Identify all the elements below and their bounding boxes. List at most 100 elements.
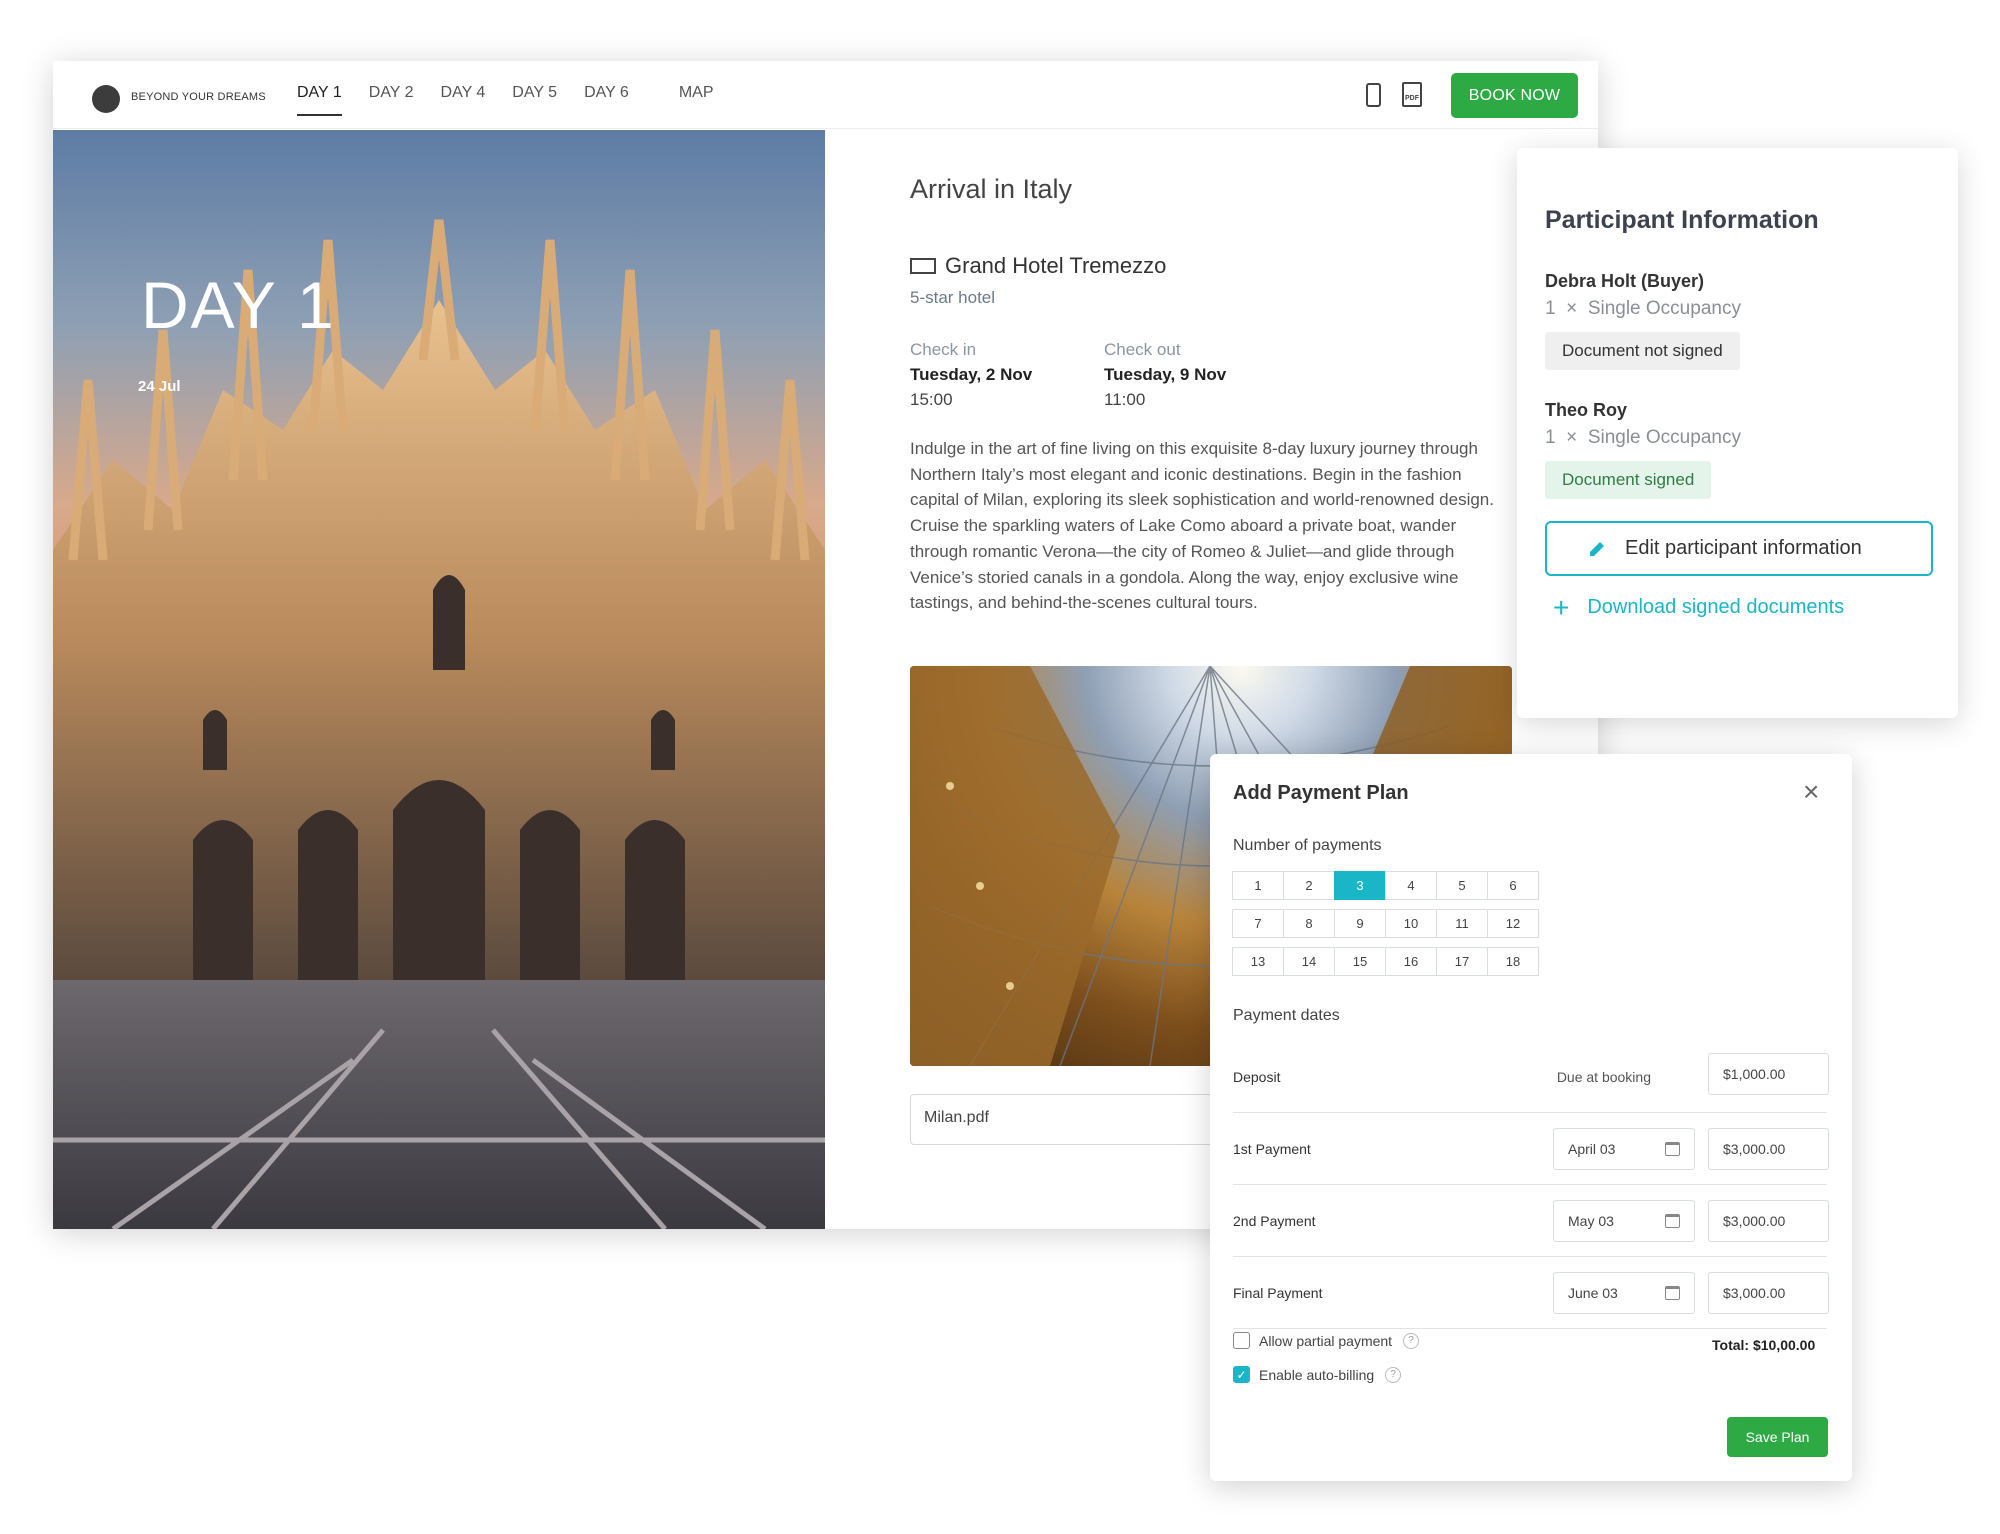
allow-partial-payment-label: Allow partial payment xyxy=(1259,1332,1393,1349)
payment-count-option[interactable]: 18 xyxy=(1487,947,1539,976)
amount-input[interactable] xyxy=(1708,1053,1829,1095)
payment-count-option[interactable]: 2 xyxy=(1283,871,1335,900)
number-of-payments-label: Number of payments xyxy=(1233,837,1382,854)
download-signed-documents-link[interactable]: + Download signed documents xyxy=(1545,591,1930,623)
date-picker-input[interactable]: June 03 xyxy=(1553,1272,1695,1314)
mobile-phone-icon[interactable] xyxy=(1366,83,1381,107)
help-icon[interactable]: ? xyxy=(1385,1366,1402,1383)
payment-row-2nd: 2nd Payment May 03 xyxy=(1233,1185,1829,1257)
payment-count-option[interactable]: 7 xyxy=(1232,909,1284,938)
top-navigation-bar: BEYOND YOUR DREAMS DAY 1 DAY 2 DAY 4 DAY… xyxy=(53,61,1598,129)
tab-day-5[interactable]: DAY 5 xyxy=(512,84,557,116)
payment-count-option[interactable]: 15 xyxy=(1334,947,1386,976)
allow-partial-payment-checkbox[interactable] xyxy=(1233,1332,1250,1349)
occupancy-quantity: 1 xyxy=(1545,427,1556,448)
edit-participant-label: Edit participant information xyxy=(1625,537,1862,559)
payment-row-name: 2nd Payment xyxy=(1233,1212,1316,1229)
participant-name: Theo Roy xyxy=(1545,400,1628,420)
brand-logo[interactable] xyxy=(92,85,120,113)
payment-row-1st: 1st Payment April 03 xyxy=(1233,1113,1829,1185)
payment-count-option[interactable]: 3 xyxy=(1334,871,1386,900)
payment-count-option[interactable]: 5 xyxy=(1436,871,1488,900)
occupancy-times-sign: × xyxy=(1566,298,1578,319)
help-icon[interactable]: ? xyxy=(1403,1332,1420,1349)
participant-name: Debra Holt (Buyer) xyxy=(1545,271,1705,291)
number-of-payments-selector: 1 2 3 4 5 6 7 8 9 10 11 12 13 14 15 16 17 18 xyxy=(1232,871,1539,976)
payment-count-option[interactable]: 11 xyxy=(1436,909,1488,938)
check-in-day: Tuesday, 2 Nov xyxy=(910,365,1033,384)
payment-dates-label: Payment dates xyxy=(1233,1007,1340,1024)
amount-input[interactable] xyxy=(1708,1272,1829,1314)
date-picker-input[interactable]: May 03 xyxy=(1553,1200,1695,1242)
tab-day-1[interactable]: DAY 1 xyxy=(297,84,342,116)
payment-count-option[interactable]: 14 xyxy=(1283,947,1335,976)
payment-count-option[interactable]: 9 xyxy=(1334,909,1386,938)
payment-count-option[interactable]: 6 xyxy=(1487,871,1539,900)
payment-count-option[interactable]: 10 xyxy=(1385,909,1437,938)
close-icon[interactable]: × xyxy=(1803,778,1819,806)
day-hero-image: DAY 1 24 Jul xyxy=(53,130,825,1229)
book-now-button[interactable]: BOOK NOW xyxy=(1451,73,1578,118)
plus-icon: + xyxy=(1553,591,1570,623)
payment-count-option[interactable]: 17 xyxy=(1436,947,1488,976)
tab-day-2[interactable]: DAY 2 xyxy=(369,84,414,116)
edit-participant-button[interactable]: Edit participant information xyxy=(1545,521,1933,576)
payment-count-option[interactable]: 1 xyxy=(1232,871,1284,900)
occupancy-type: Single Occupancy xyxy=(1587,298,1741,319)
date-value: April 03 xyxy=(1568,1141,1616,1157)
hotel-class: 5-star hotel xyxy=(910,288,996,307)
day-date: 24 Jul xyxy=(138,378,181,395)
enable-auto-billing-checkbox[interactable]: ✓ xyxy=(1233,1366,1250,1383)
check-in-time: 15:00 xyxy=(910,390,953,409)
check-in-label: Check in xyxy=(910,340,977,359)
payment-count-option[interactable]: 8 xyxy=(1283,909,1335,938)
calendar-icon[interactable] xyxy=(1665,1214,1680,1228)
check-out-time: 11:00 xyxy=(1104,390,1146,409)
occupancy-quantity: 1 xyxy=(1545,298,1556,319)
calendar-icon[interactable] xyxy=(1665,1286,1680,1300)
date-value: May 03 xyxy=(1568,1213,1614,1229)
document-status-badge: Document signed xyxy=(1545,461,1712,499)
day-tabs: DAY 1 DAY 2 DAY 4 DAY 5 DAY 6 MAP xyxy=(297,84,741,116)
check-out-block: Check out Tuesday, 9 Nov 11:00 xyxy=(1104,337,1226,412)
payment-count-option[interactable]: 16 xyxy=(1385,947,1437,976)
calendar-icon[interactable] xyxy=(1665,1142,1680,1156)
payment-row-name: 1st Payment xyxy=(1233,1140,1311,1157)
download-label: Download signed documents xyxy=(1587,596,1845,618)
payment-row-name: Final Payment xyxy=(1233,1284,1323,1301)
tab-day-6[interactable]: DAY 6 xyxy=(584,84,629,116)
save-plan-button[interactable]: Save Plan xyxy=(1727,1417,1828,1457)
tab-day-4[interactable]: DAY 4 xyxy=(441,84,486,116)
occupancy-type: Single Occupancy xyxy=(1587,427,1741,448)
check-out-day: Tuesday, 9 Nov xyxy=(1104,365,1227,384)
day-description: Indulge in the art of fine living on thi… xyxy=(910,439,1494,613)
check-out-label: Check out xyxy=(1104,340,1181,359)
bed-icon xyxy=(910,258,936,274)
payment-row-final: Final Payment June 03 xyxy=(1233,1257,1829,1329)
amount-input[interactable] xyxy=(1708,1200,1829,1242)
pdf-icon[interactable]: PDF xyxy=(1402,82,1422,107)
hotel-row: Grand Hotel Tremezzo xyxy=(910,253,1166,279)
date-picker-input[interactable]: April 03 xyxy=(1553,1128,1695,1170)
participant-panel-title: Participant Information xyxy=(1545,206,1819,234)
enable-auto-billing-row: ✓ Enable auto-billing ? xyxy=(1233,1366,1402,1383)
payment-row-name: Deposit xyxy=(1233,1068,1281,1085)
allow-partial-payment-row: Allow partial payment ? xyxy=(1233,1332,1420,1349)
tab-map[interactable]: MAP xyxy=(679,84,714,116)
day-heading: Arrival in Italy xyxy=(910,174,1073,204)
payment-count-option[interactable]: 12 xyxy=(1487,909,1539,938)
pdf-icon-label: PDF xyxy=(1405,95,1419,102)
payment-total: Total: $10,00.00 xyxy=(1712,1337,1816,1353)
pencil-icon xyxy=(1590,541,1604,556)
hotel-name: Grand Hotel Tremezzo xyxy=(945,253,1167,278)
payment-count-option[interactable]: 4 xyxy=(1385,871,1437,900)
brand-name: BEYOND YOUR DREAMS xyxy=(131,91,266,103)
payment-count-option[interactable]: 13 xyxy=(1232,947,1284,976)
occupancy-times-sign: × xyxy=(1566,427,1578,448)
add-payment-plan-modal: Add Payment Plan × Number of payments 12… xyxy=(1210,754,1852,1481)
enable-auto-billing-label: Enable auto-billing xyxy=(1259,1366,1375,1383)
modal-title: Add Payment Plan xyxy=(1233,782,1409,804)
participant-occupancy: 1 × Single Occupancy xyxy=(1545,298,1930,320)
participant-occupancy: 1 × Single Occupancy xyxy=(1545,427,1930,449)
amount-input[interactable] xyxy=(1708,1128,1829,1170)
